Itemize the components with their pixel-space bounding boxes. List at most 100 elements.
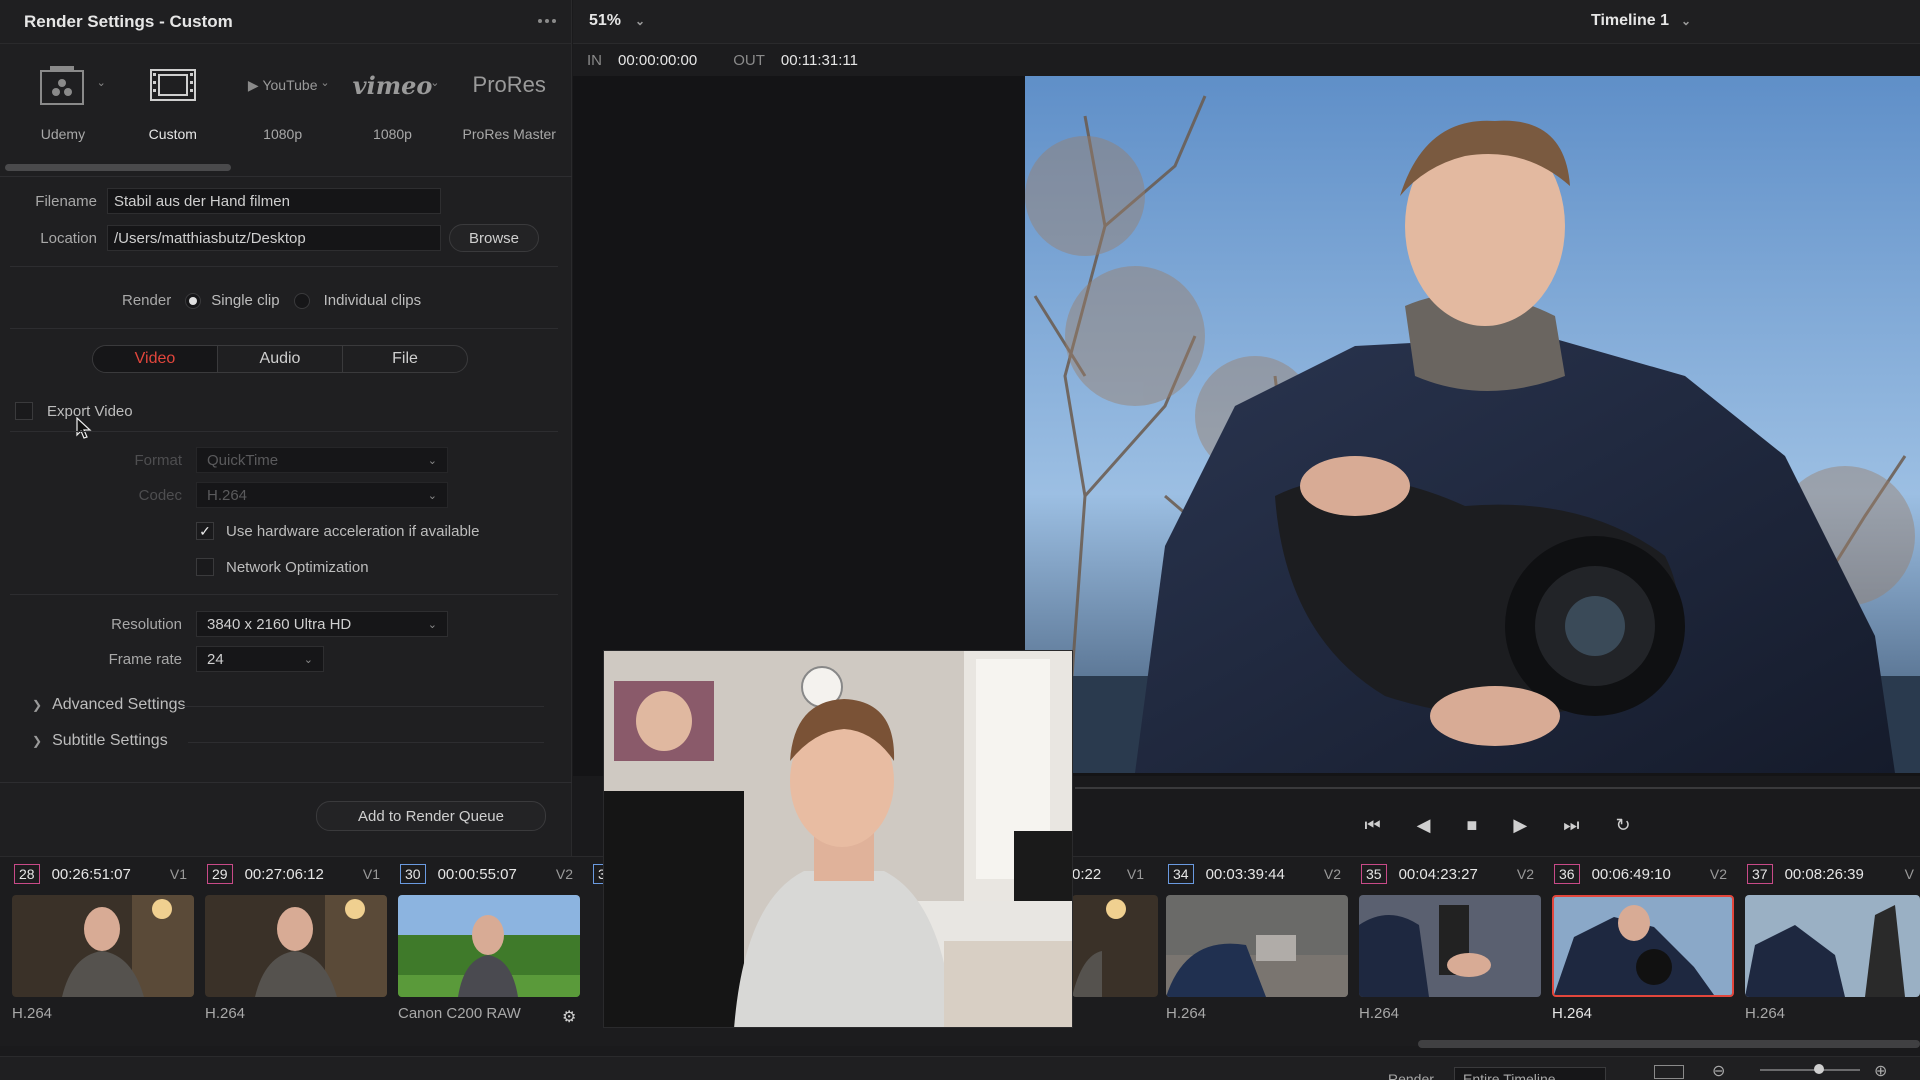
clip-thumbnail[interactable]: [1072, 895, 1158, 997]
webcam-overlay: [603, 650, 1073, 1028]
clip-item[interactable]: 28 00:26:51:07 V1 H.264: [0, 857, 194, 1027]
chevron-down-icon[interactable]: ⌄: [430, 76, 439, 89]
chevron-down-icon: ⌄: [427, 489, 437, 502]
viewer-scrub-bar[interactable]: [1075, 787, 1920, 789]
in-label: IN: [587, 51, 602, 69]
more-options-icon[interactable]: [535, 12, 559, 30]
divider: [10, 431, 558, 432]
transport-controls: ⏮ ◀ ■ ▶ ⏭ ↻: [1075, 800, 1920, 850]
out-timecode[interactable]: 00:11:31:11: [781, 52, 858, 69]
preset-udemy[interactable]: ⌄ Udemy: [8, 60, 118, 150]
codec-dropdown[interactable]: H.264 ⌄: [196, 482, 448, 508]
clip-thumbnail[interactable]: [205, 895, 387, 997]
subtitle-settings-section[interactable]: ❯ Subtitle Settings: [32, 732, 168, 750]
video-preview[interactable]: [1025, 76, 1920, 773]
clip-item[interactable]: 36 00:06:49:10 V2 H.264: [1540, 857, 1734, 1027]
chevron-down-icon: ⌄: [427, 618, 437, 631]
zoom-in-icon[interactable]: ⊕: [1874, 1061, 1887, 1080]
clip-thumbnail[interactable]: [1359, 895, 1541, 997]
out-label: OUT: [733, 51, 765, 69]
frame-rate-label: Frame rate: [108, 650, 182, 668]
step-back-icon[interactable]: ◀: [1417, 815, 1431, 836]
preset-label: Custom: [148, 126, 197, 142]
clip-number: 35: [1361, 864, 1387, 884]
chevron-down-icon: ⌄: [635, 14, 646, 28]
render-mode-label: Render: [122, 292, 172, 309]
advanced-settings-label: Advanced Settings: [52, 696, 186, 713]
clip-timecode: 00:27:06:12: [244, 865, 324, 883]
chevron-down-icon: ⌄: [303, 653, 313, 666]
codec-value: H.264: [207, 486, 248, 504]
resolution-value: 3840 x 2160 Ultra HD: [207, 615, 352, 633]
chevron-down-icon[interactable]: ⌄: [97, 76, 106, 89]
preset-youtube[interactable]: ▶ YouTube ⌄ 1080p: [228, 60, 338, 150]
browse-button[interactable]: Browse: [449, 224, 539, 252]
preset-scrollbar[interactable]: [5, 164, 231, 171]
preset-prores[interactable]: ProRes ProRes Master: [447, 60, 571, 150]
clip-item[interactable]: 37 00:08:26:39 V H.264: [1733, 857, 1920, 1027]
zoom-slider-handle[interactable]: [1814, 1064, 1824, 1074]
zoom-slider[interactable]: [1760, 1069, 1860, 1071]
clip-item[interactable]: 30 00:00:55:07 V2 Canon C200 RAW ⚙: [386, 857, 580, 1027]
format-dropdown[interactable]: QuickTime ⌄: [196, 447, 448, 473]
panel-titlebar: Render Settings - Custom: [0, 0, 571, 44]
preset-vimeo[interactable]: vimeo ⌄ 1080p: [338, 60, 448, 150]
divider: [0, 782, 572, 783]
zoom-value: 51%: [589, 12, 622, 29]
clip-codec: H.264: [205, 1005, 246, 1022]
clip-item[interactable]: 29 00:27:06:12 V1 H.264: [193, 857, 387, 1027]
stop-icon[interactable]: ■: [1467, 815, 1478, 836]
clip-number: 30: [400, 864, 426, 884]
clip-codec: H.264: [12, 1005, 53, 1022]
hw-accel-checkbox[interactable]: ✓: [196, 522, 214, 540]
loop-icon[interactable]: ↻: [1615, 815, 1630, 836]
tab-file[interactable]: File: [343, 346, 467, 372]
clip-track: V1: [362, 866, 380, 882]
tab-audio[interactable]: Audio: [218, 346, 343, 372]
chevron-down-icon[interactable]: ⌄: [320, 76, 329, 89]
clip-thumbnail[interactable]: [12, 895, 194, 997]
timeline-name: Timeline 1: [1591, 12, 1669, 29]
preset-label: ProRes Master: [462, 126, 556, 142]
render-range-dropdown[interactable]: Entire Timeline ⌄: [1454, 1067, 1606, 1080]
frame-rate-dropdown[interactable]: 24 ⌄: [196, 646, 324, 672]
individual-clips-radio[interactable]: [293, 292, 310, 309]
single-clip-radio[interactable]: [185, 292, 202, 309]
advanced-settings-section[interactable]: ❯ Advanced Settings: [32, 696, 185, 714]
grid-view-icon[interactable]: [1654, 1065, 1684, 1079]
resolution-dropdown[interactable]: 3840 x 2160 Ultra HD ⌄: [196, 611, 448, 637]
clip-codec: H.264: [1552, 1005, 1593, 1022]
filename-input[interactable]: Stabil aus der Hand filmen: [107, 188, 441, 214]
timeline-dropdown[interactable]: Timeline 1 ⌄: [1591, 12, 1691, 30]
chevron-down-icon: ⌄: [1587, 1073, 1597, 1080]
skip-to-start-icon[interactable]: ⏮: [1364, 815, 1380, 836]
divider: [10, 266, 558, 267]
clip-timecode: 00:00:55:07: [437, 865, 517, 883]
play-icon[interactable]: ▶: [1513, 815, 1527, 836]
clip-strip-scrollbar[interactable]: [1418, 1040, 1920, 1048]
zoom-out-icon[interactable]: ⊖: [1712, 1061, 1725, 1080]
clip-thumbnail[interactable]: [1745, 895, 1920, 997]
location-input[interactable]: /Users/matthiasbutz/Desktop: [107, 225, 441, 251]
clip-thumbnail-selected[interactable]: [1552, 895, 1734, 997]
raw-settings-icon[interactable]: ⚙: [562, 1007, 576, 1027]
preset-custom[interactable]: Custom: [118, 60, 228, 150]
render-range-value: Entire Timeline: [1463, 1071, 1556, 1080]
in-timecode[interactable]: 00:00:00:00: [618, 52, 697, 69]
zoom-dropdown[interactable]: 51% ⌄: [589, 12, 645, 30]
clip-item[interactable]: 3: [579, 857, 610, 1027]
clip-number: 28: [14, 864, 40, 884]
clip-item[interactable]: 34 00:03:39:44 V2 H.264: [1154, 857, 1348, 1027]
clip-thumbnail[interactable]: [398, 895, 580, 997]
export-video-checkbox[interactable]: [15, 402, 33, 420]
clip-thumbnail[interactable]: [1166, 895, 1348, 997]
network-opt-checkbox[interactable]: [196, 558, 214, 576]
clip-track: V1: [1126, 866, 1144, 882]
add-to-render-queue-button[interactable]: Add to Render Queue: [316, 801, 546, 831]
single-clip-label: Single clip: [211, 292, 280, 309]
clip-track: V2: [555, 866, 573, 882]
tab-video[interactable]: Video: [93, 346, 218, 372]
clip-item[interactable]: 35 00:04:23:27 V2 H.264: [1347, 857, 1541, 1027]
clip-item[interactable]: 0:22 V1: [1060, 857, 1160, 1027]
skip-to-end-icon[interactable]: ⏭: [1563, 815, 1579, 836]
